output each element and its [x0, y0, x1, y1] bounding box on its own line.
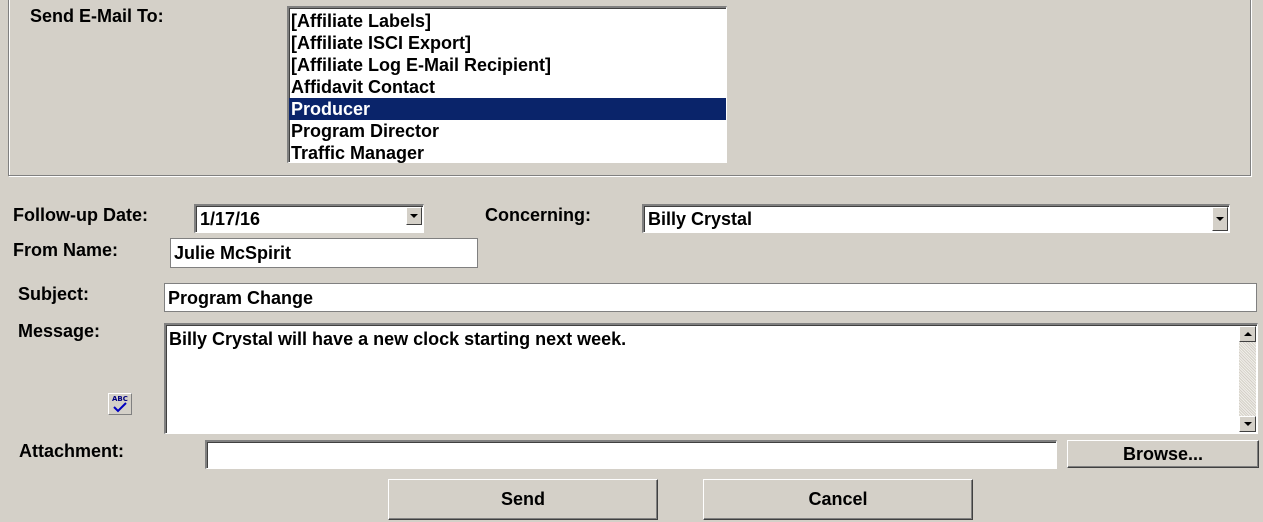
cancel-button-label: Cancel [808, 489, 868, 509]
send-to-label: Send E-Mail To: [30, 6, 164, 26]
chevron-down-icon [1243, 422, 1252, 426]
spellcheck-icon[interactable]: ABC [108, 393, 132, 415]
followup-date-combo[interactable]: 1/17/16 [194, 204, 424, 233]
chevron-up-icon [1243, 332, 1252, 336]
send-button-label: Send [500, 489, 545, 509]
from-name-value: Julie McSpirit [174, 243, 292, 263]
list-item-selected[interactable]: Producer [289, 98, 726, 120]
scroll-down-button[interactable] [1239, 416, 1256, 432]
subject-value: Program Change [168, 288, 314, 308]
browse-button[interactable]: Browse... [1067, 440, 1259, 468]
followup-date-label: Follow-up Date: [13, 205, 148, 225]
concerning-label: Concerning: [485, 205, 591, 225]
attachment-label: Attachment: [19, 441, 125, 461]
list-item[interactable]: Affidavit Contact [289, 76, 726, 98]
checkmark-icon [113, 402, 127, 413]
list-item[interactable]: Traffic Manager [289, 142, 726, 164]
attachment-field[interactable] [205, 440, 1057, 469]
followup-date-value: 1/17/16 [200, 209, 261, 229]
concerning-combo[interactable]: Billy Crystal [642, 204, 1230, 233]
from-name-label: From Name: [13, 240, 119, 260]
message-textarea[interactable]: Billy Crystal will have a new clock star… [164, 323, 1258, 434]
send-button[interactable]: Send [388, 479, 658, 520]
cancel-button[interactable]: Cancel [703, 479, 973, 520]
concerning-value: Billy Crystal [648, 209, 753, 229]
browse-button-label: Browse... [1122, 443, 1204, 464]
recipients-listbox[interactable]: [Affiliate Labels] [Affiliate ISCI Expor… [287, 6, 727, 163]
list-item[interactable]: Program Director [289, 120, 726, 142]
followup-date-dropdown-button[interactable] [406, 207, 422, 225]
list-item[interactable]: [Affiliate ISCI Export] [289, 32, 726, 54]
chevron-down-icon [1216, 217, 1224, 221]
message-value: Billy Crystal will have a new clock star… [169, 329, 627, 349]
list-item[interactable]: [Affiliate Labels] [289, 10, 726, 32]
concerning-dropdown-button[interactable] [1212, 207, 1228, 231]
from-name-field[interactable]: Julie McSpirit [170, 238, 478, 268]
scroll-up-button[interactable] [1239, 326, 1256, 342]
message-label: Message: [18, 321, 101, 341]
chevron-down-icon [410, 214, 418, 218]
subject-field[interactable]: Program Change [164, 283, 1257, 312]
message-scrollbar[interactable] [1239, 326, 1256, 432]
list-item[interactable]: [Affiliate Log E-Mail Recipient] [289, 54, 726, 76]
subject-label: Subject: [18, 284, 90, 304]
